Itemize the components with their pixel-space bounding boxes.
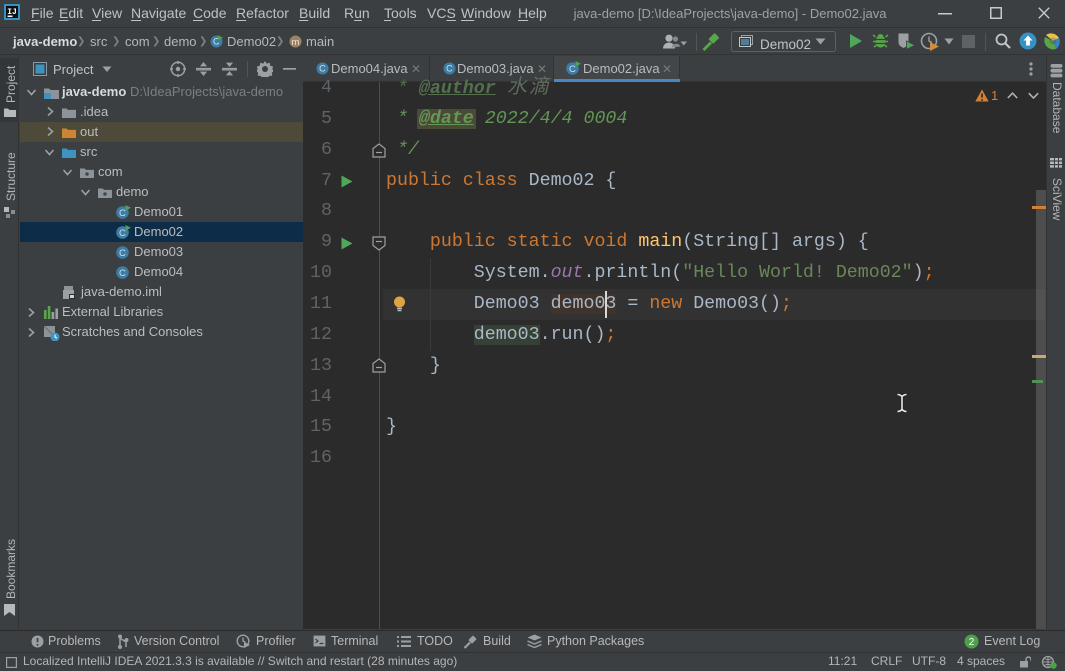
svg-text:C: C xyxy=(119,248,126,259)
svg-text:C: C xyxy=(119,268,126,279)
svg-text:2: 2 xyxy=(969,637,975,648)
svg-text:C: C xyxy=(569,64,576,75)
svg-text:m: m xyxy=(292,37,300,48)
svg-text:C: C xyxy=(119,228,126,239)
svg-text:C: C xyxy=(119,208,126,219)
